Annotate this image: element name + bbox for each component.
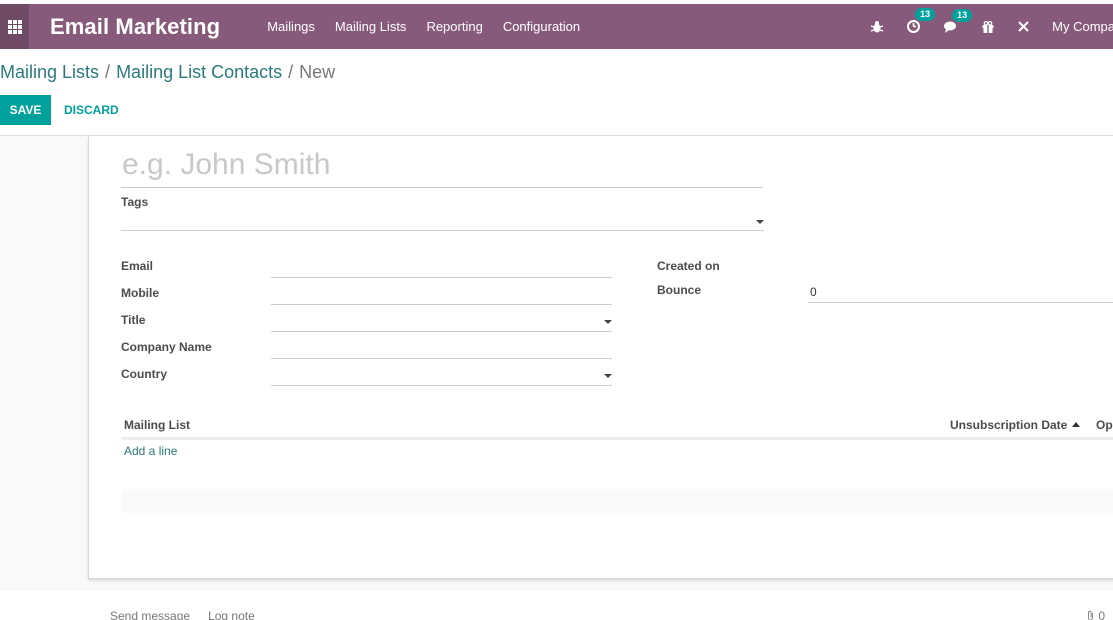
- created-on-label: Created on: [657, 259, 720, 273]
- bug-icon: [870, 20, 884, 32]
- chat-bubbles-icon: [944, 21, 957, 33]
- chatter-topbar: Send message Log note: [110, 609, 273, 620]
- attachments-button[interactable]: 0: [1086, 609, 1105, 620]
- title-label: Title: [121, 313, 146, 327]
- company-switcher[interactable]: My Compa: [1052, 19, 1113, 34]
- country-select[interactable]: [271, 366, 612, 386]
- company-name-field[interactable]: [271, 339, 612, 359]
- activity-menu[interactable]: 13: [906, 8, 936, 34]
- menu-item-reporting[interactable]: Reporting: [426, 19, 482, 34]
- top-navbar: Email Marketing Mailings Mailing Lists R…: [0, 4, 1113, 49]
- add-line-link[interactable]: Add a line: [124, 444, 177, 458]
- breadcrumb-separator: /: [288, 62, 294, 82]
- gift-icon: [982, 20, 994, 33]
- mobile-field[interactable]: [271, 285, 612, 305]
- title-dropdown-caret-icon[interactable]: [604, 320, 612, 324]
- tools-icon: [1018, 21, 1029, 32]
- col-header-mailing-list[interactable]: Mailing List: [124, 418, 190, 432]
- breadcrumb-mailing-list-contacts[interactable]: Mailing List Contacts: [116, 62, 282, 82]
- app-title[interactable]: Email Marketing: [50, 14, 220, 40]
- email-label: Email: [121, 259, 154, 273]
- main-menu: Mailings Mailing Lists Reporting Configu…: [267, 19, 600, 34]
- contact-name-input[interactable]: [121, 142, 763, 188]
- apps-grid-icon: [7, 19, 22, 34]
- activity-count-badge: 13: [915, 8, 936, 21]
- debug-menu[interactable]: [870, 20, 884, 34]
- tags-label: Tags: [121, 195, 149, 209]
- breadcrumb: Mailing Lists / Mailing List Contacts / New: [0, 62, 335, 83]
- messaging-menu[interactable]: 13: [943, 8, 973, 34]
- breadcrumb-separator: /: [105, 62, 111, 82]
- col-header-opt-out[interactable]: Op: [1096, 418, 1113, 432]
- paperclip-icon: [1088, 610, 1093, 620]
- attachments-count: 0: [1098, 609, 1106, 620]
- bounce-underline: [808, 302, 1113, 303]
- clock-icon: [907, 20, 921, 33]
- log-note-button[interactable]: Log note: [208, 609, 255, 620]
- menu-item-mailings[interactable]: Mailings: [267, 19, 315, 34]
- sort-ascending-icon: [1072, 422, 1081, 427]
- apps-menu-button[interactable]: [0, 4, 29, 49]
- menu-item-configuration[interactable]: Configuration: [503, 19, 580, 34]
- col-header-unsubscription-date-label: Unsubscription Date: [950, 418, 1068, 432]
- country-label: Country: [121, 367, 167, 381]
- title-select[interactable]: [271, 312, 612, 332]
- gift-menu[interactable]: [981, 20, 995, 34]
- systray: 13 13 My Compa: [870, 4, 1113, 49]
- tools-menu[interactable]: [1017, 20, 1030, 33]
- table-header-divider: [121, 437, 1113, 440]
- email-field[interactable]: [271, 258, 612, 278]
- bounce-value: 0: [810, 285, 817, 299]
- company-name-label: Company Name: [121, 340, 212, 354]
- mobile-label: Mobile: [121, 286, 159, 300]
- discard-button[interactable]: DISCARD: [64, 103, 119, 117]
- breadcrumb-current: New: [299, 62, 336, 82]
- tags-field[interactable]: [121, 211, 764, 231]
- table-row: [121, 489, 1113, 513]
- col-header-unsubscription-date[interactable]: Unsubscription Date: [950, 418, 1081, 432]
- send-message-button[interactable]: Send message: [110, 609, 190, 620]
- breadcrumb-mailing-lists[interactable]: Mailing Lists: [0, 62, 99, 82]
- menu-item-mailing-lists[interactable]: Mailing Lists: [335, 19, 407, 34]
- messages-count-badge: 13: [952, 8, 973, 22]
- save-button[interactable]: SAVE: [0, 95, 51, 125]
- bounce-label: Bounce: [657, 283, 702, 297]
- country-dropdown-caret-icon[interactable]: [604, 374, 612, 378]
- tags-dropdown-caret-icon[interactable]: [756, 220, 764, 224]
